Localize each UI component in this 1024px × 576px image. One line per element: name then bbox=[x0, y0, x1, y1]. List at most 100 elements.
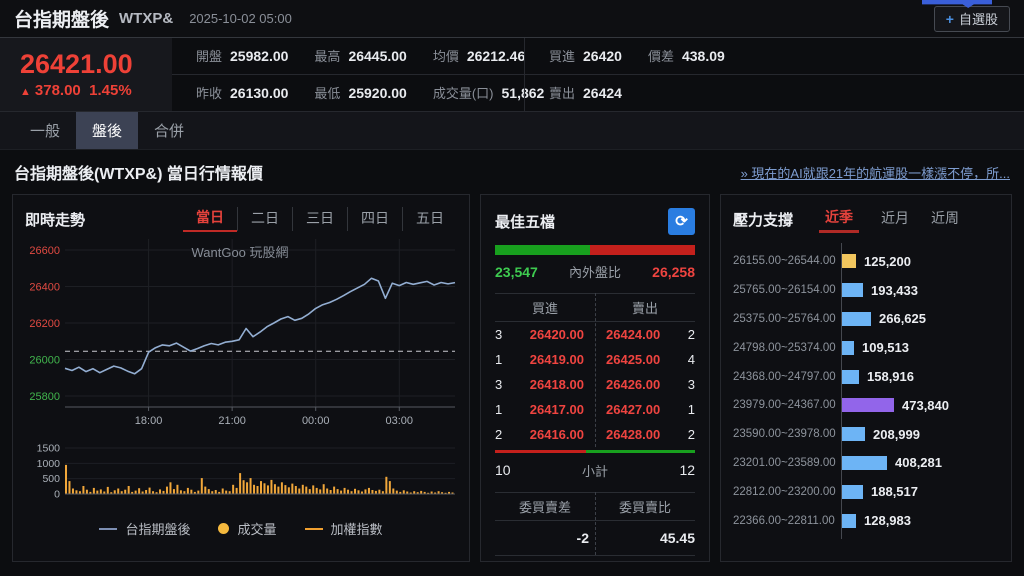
subtotal-buy-bar bbox=[495, 450, 586, 453]
best5-table-header: 買進 賣出 bbox=[495, 293, 695, 322]
buy-side: 2 26416.00 bbox=[495, 427, 595, 442]
sell-volume: 3 bbox=[687, 377, 695, 392]
add-watchlist-button[interactable]: + 自選股 bbox=[933, 5, 1010, 32]
sell-volume: 2 bbox=[687, 427, 695, 442]
tab-合併[interactable]: 合併 bbox=[138, 112, 200, 149]
pressure-bar bbox=[842, 254, 856, 269]
legend-item-成交量: 成交量 bbox=[218, 519, 277, 538]
period-tab-二日[interactable]: 二日 bbox=[237, 207, 292, 231]
quote-stat: 價差 438.09 bbox=[648, 46, 725, 65]
pressure-tab-近月[interactable]: 近月 bbox=[881, 207, 909, 231]
pressure-row: 23979.00~24367.00 473,840 bbox=[733, 391, 999, 420]
pressure-value: 266,625 bbox=[879, 311, 926, 327]
price-range: 22812.00~23200.00 bbox=[733, 485, 836, 498]
stat-label: 昨收 bbox=[196, 86, 223, 102]
stat-value: 25982.00 bbox=[230, 48, 289, 65]
sell-volume: 1 bbox=[687, 402, 695, 417]
buy-side: 1 26419.00 bbox=[495, 352, 595, 367]
dot-icon bbox=[218, 523, 230, 534]
sell-price: 26424.00 bbox=[606, 327, 661, 342]
sell-price: 26428.00 bbox=[606, 427, 661, 442]
pressure-bar bbox=[842, 311, 871, 326]
quote-stats: 開盤 25982.00 最高 26445.00 均價 26212.46 買進 26420 價差… bbox=[172, 38, 1024, 111]
diff-value: -2 bbox=[576, 530, 589, 546]
sell-price: 26427.00 bbox=[606, 402, 661, 417]
last-price: 26421.00 bbox=[20, 49, 133, 80]
quote-stat-label: 買進 bbox=[549, 49, 576, 65]
best5-table: 買進 賣出 3 26420.00 26424.00 2 1 26419.00 26425.0… bbox=[495, 293, 695, 447]
buy-price: 26418.00 bbox=[529, 377, 584, 392]
pressure-bar bbox=[842, 369, 859, 384]
svg-text:25800: 25800 bbox=[29, 391, 60, 403]
stat-value: 26212.46 bbox=[466, 48, 526, 65]
main-content: 即時走勢 當日 二日 三日 四日 五日 26600 26400 26200 26000 2580… bbox=[0, 194, 1024, 562]
period-tab-當日[interactable]: 當日 bbox=[183, 206, 237, 232]
best5-row: 3 26420.00 26424.00 2 bbox=[495, 322, 695, 347]
outer-volume: 26,258 bbox=[652, 263, 695, 280]
order-diff-table: 委買賣差 委買賣比 -2 45.45 bbox=[495, 492, 695, 556]
inner-outer-numbers: 23,547 內外盤比 26,258 bbox=[495, 262, 695, 281]
pressure-head: 壓力支撐 近季 近月 近周 bbox=[733, 205, 999, 233]
pressure-value: 408,281 bbox=[895, 455, 942, 471]
quote-stat-label: 賣出 bbox=[549, 86, 576, 102]
period-tab-四日[interactable]: 四日 bbox=[347, 207, 402, 231]
pressure-row: 26155.00~26544.00 125,200 bbox=[733, 247, 999, 276]
subtotal-sell-bar bbox=[586, 450, 695, 453]
best5-row: 1 26419.00 26425.00 4 bbox=[495, 347, 695, 372]
svg-text:26200: 26200 bbox=[29, 318, 60, 330]
buy-volume: 3 bbox=[495, 327, 503, 342]
refresh-icon[interactable]: ⟳ bbox=[668, 207, 695, 235]
pressure-tabs: 近季 近月 近周 bbox=[819, 206, 981, 233]
tab-一般[interactable]: 一般 bbox=[14, 112, 76, 149]
section-heading-row: 台指期盤後(WTXP&) 當日行情報價 » 現在的AI就跟21年的航運股一樣漲不… bbox=[0, 150, 1024, 194]
price-change: ▲ 378.00 1.45% bbox=[20, 82, 172, 99]
price-range: 23979.00~24367.00 bbox=[733, 399, 836, 412]
quote-stat-value: 26420 bbox=[583, 48, 622, 65]
stat: 昨收 26130.00 bbox=[196, 83, 288, 102]
stat-label: 最低 bbox=[314, 86, 341, 102]
svg-text:26600: 26600 bbox=[29, 245, 60, 257]
buy-column-header: 買進 bbox=[531, 301, 558, 316]
pressure-tab-近周[interactable]: 近周 bbox=[931, 207, 959, 231]
chart-panel-head: 即時走勢 當日 二日 三日 四日 五日 bbox=[25, 205, 457, 233]
svg-text:26400: 26400 bbox=[29, 281, 60, 293]
best5-rows: 3 26420.00 26424.00 2 1 26419.00 26425.00 4 3 264… bbox=[495, 322, 695, 447]
stat-label: 最高 bbox=[314, 49, 341, 65]
news-link[interactable]: » 現在的AI就跟21年的航運股一樣漲不停，所... bbox=[741, 163, 1010, 182]
pressure-bar bbox=[842, 283, 863, 298]
chart-panel-title: 即時走勢 bbox=[25, 211, 86, 229]
stat-label: 開盤 bbox=[196, 49, 223, 65]
sell-side: 26428.00 2 bbox=[595, 427, 695, 442]
pressure-row: 24798.00~25374.00 109,513 bbox=[733, 333, 999, 362]
pressure-value: 473,840 bbox=[902, 397, 949, 413]
volume-chart: 1500 1000 500 0 bbox=[25, 440, 457, 511]
svg-text:500: 500 bbox=[42, 473, 60, 485]
sell-volume: 2 bbox=[687, 327, 695, 342]
sell-ratio-bar bbox=[589, 245, 695, 255]
price-range: 23590.00~23978.00 bbox=[733, 428, 836, 441]
price-range: 25375.00~25764.00 bbox=[733, 312, 836, 325]
subtotal-sell: 12 bbox=[679, 462, 696, 478]
buy-price: 26420.00 bbox=[529, 327, 584, 342]
inner-outer-ratio-bar bbox=[495, 245, 695, 255]
price-range: 25765.00~26154.00 bbox=[733, 284, 836, 297]
pressure-tab-近季[interactable]: 近季 bbox=[819, 206, 860, 233]
buy-side: 3 26420.00 bbox=[495, 327, 595, 342]
subtotal-row: 10 小計 12 bbox=[495, 458, 695, 482]
stats-row-2: 昨收 26130.00 最低 25920.00 成交量(口) 51,862 bbox=[172, 75, 544, 112]
page-title: 台指期盤後 bbox=[14, 10, 110, 31]
pressure-row: 24368.00~24797.00 158,916 bbox=[733, 362, 999, 391]
period-tab-三日[interactable]: 三日 bbox=[292, 207, 347, 231]
svg-text:1000: 1000 bbox=[37, 458, 61, 470]
legend-label: 台指期盤後 bbox=[125, 522, 191, 537]
pressure-row: 23201.00~23589.00 408,281 bbox=[733, 449, 999, 478]
svg-text:00:00: 00:00 bbox=[302, 415, 330, 427]
buy-price: 26417.00 bbox=[529, 402, 584, 417]
buy-side: 1 26417.00 bbox=[495, 402, 595, 417]
pressure-value: 125,200 bbox=[864, 253, 911, 269]
period-tab-五日[interactable]: 五日 bbox=[402, 207, 457, 231]
legend-label: 成交量 bbox=[237, 522, 277, 537]
sell-price: 26425.00 bbox=[606, 352, 661, 367]
price-range: 24798.00~25374.00 bbox=[733, 341, 836, 354]
tab-盤後[interactable]: 盤後 bbox=[76, 112, 138, 149]
